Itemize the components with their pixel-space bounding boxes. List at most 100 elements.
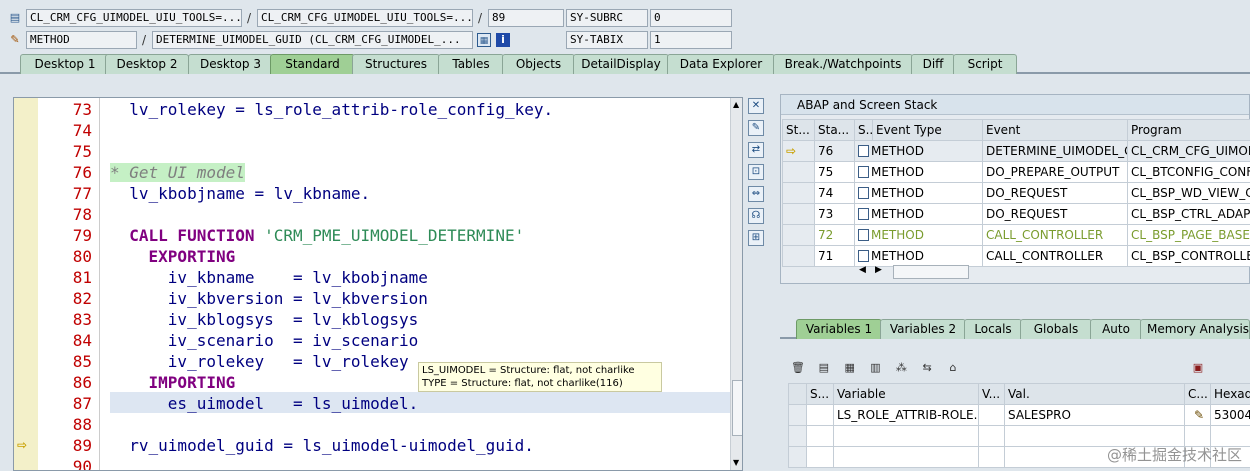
table-row[interactable]: 75 METHOD DO_PREPARE_OUTPUT CL_BTCONFIG_… <box>782 161 1250 183</box>
row-selector[interactable] <box>782 182 815 204</box>
code-line[interactable]: es_uimodel = ls_uimodel. <box>110 393 418 414</box>
include-field[interactable]: CL_CRM_CFG_UIMODEL_UIU_TOOLS=... <box>257 9 473 27</box>
row-selector[interactable] <box>788 425 807 447</box>
code-line[interactable]: rv_uimodel_guid = ls_uimodel-uimodel_gui… <box>110 435 534 456</box>
column-header[interactable]: S... <box>854 119 873 141</box>
local-icon[interactable]: ⌂ <box>945 360 961 376</box>
program-field[interactable]: CL_CRM_CFG_UIMODEL_UIU_TOOLS=... <box>26 9 242 27</box>
tab-standard[interactable]: Standard <box>270 54 355 74</box>
table-row[interactable]: ⇨ 76 METHOD DETERMINE_UIMODEL_G... CL_CR… <box>782 140 1250 162</box>
tab-breakpoints[interactable]: Break./Watchpoints <box>773 54 913 74</box>
variable-name[interactable]: LS_ROLE_ATTRIB-ROLE... <box>833 404 979 426</box>
column-header[interactable]: S... <box>806 383 834 405</box>
tab-variables-1[interactable]: Variables 1 <box>796 319 882 339</box>
row-selector[interactable] <box>788 383 807 405</box>
document-icon <box>858 187 869 199</box>
tab-locals[interactable]: Locals <box>964 319 1022 339</box>
table-row[interactable]: LS_ROLE_ATTRIB-ROLE... SALESPRO ✎ 530041 <box>788 404 1250 426</box>
horizontal-scrollbar[interactable]: ◀ ▶ <box>859 265 971 279</box>
scroll-right-icon[interactable]: ▶ <box>875 265 882 275</box>
code-line[interactable]: EXPORTING <box>110 246 236 267</box>
close-icon[interactable]: ✕ <box>748 98 764 114</box>
variable-value[interactable]: SALESPRO <box>1004 404 1185 426</box>
code-line[interactable]: iv_kblogsys = lv_kblogsys <box>110 309 418 330</box>
tab-script[interactable]: Script <box>953 54 1017 74</box>
swap-icon[interactable]: ⇄ <box>748 142 764 158</box>
grid-icon[interactable]: ▦ <box>477 33 491 47</box>
tab-variables-2[interactable]: Variables 2 <box>880 319 966 339</box>
tab-objects[interactable]: Objects <box>502 54 575 74</box>
maximize-icon[interactable]: ⊡ <box>748 164 764 180</box>
save-icon[interactable]: ▣ <box>1190 360 1206 376</box>
info-icon[interactable]: i <box>496 33 510 47</box>
remove-icon[interactable]: ▥ <box>867 360 883 376</box>
column-header[interactable]: St... <box>782 119 815 141</box>
column-header[interactable]: Event <box>982 119 1128 141</box>
event-type-field[interactable]: METHOD <box>26 31 137 49</box>
row-selector[interactable] <box>788 446 807 468</box>
code-line[interactable]: iv_scenario = iv_scenario <box>110 330 418 351</box>
transfer-icon[interactable]: ⇆ <box>919 360 935 376</box>
headset-icon[interactable]: ☊ <box>748 208 764 224</box>
column-header[interactable]: Val. <box>1004 383 1185 405</box>
code-line[interactable]: * Get UI model <box>110 162 245 183</box>
scroll-thumb[interactable] <box>732 380 742 436</box>
row-selector[interactable] <box>782 203 815 225</box>
row-selector[interactable] <box>782 161 815 183</box>
insert-icon[interactable]: ▦ <box>842 360 858 376</box>
line-number-field[interactable]: 89 <box>488 9 564 27</box>
code-line[interactable]: iv_kbname = lv_kbobjname <box>110 267 428 288</box>
tab-globals[interactable]: Globals <box>1020 319 1092 339</box>
row-selector[interactable] <box>782 245 815 267</box>
code-line[interactable]: lv_rolekey = ls_role_attrib-role_config_… <box>110 99 553 120</box>
tab-data-explorer[interactable]: Data Explorer <box>667 54 775 74</box>
event: CALL_CONTROLLER <box>982 224 1128 246</box>
column-header[interactable]: Event Type <box>872 119 983 141</box>
column-header[interactable]: Sta... <box>814 119 855 141</box>
column-header[interactable]: Variable <box>833 383 979 405</box>
column-header[interactable]: Program <box>1127 119 1250 141</box>
variable-name[interactable] <box>833 446 979 468</box>
scroll-up-icon[interactable]: ▲ <box>733 100 739 109</box>
code-line[interactable]: lv_kbobjname = lv_kbname. <box>110 183 370 204</box>
column-header[interactable]: V... <box>978 383 1005 405</box>
table-row[interactable]: 72 METHOD CALL_CONTROLLER CL_BSP_PAGE_BA… <box>782 224 1250 246</box>
tab-desktop-2[interactable]: Desktop 2 <box>105 54 189 74</box>
code-line[interactable]: IMPORTING <box>110 372 236 393</box>
scroll-thumb[interactable] <box>893 265 969 279</box>
code-line[interactable]: CALL FUNCTION 'CRM_PME_UIMODEL_DETERMINE… <box>110 225 524 246</box>
tab-tables[interactable]: Tables <box>438 54 504 74</box>
group-icon[interactable]: ⁂ <box>893 360 909 376</box>
table-row[interactable]: 71 METHOD CALL_CONTROLLER CL_BSP_CONTROL… <box>782 245 1250 267</box>
append-icon[interactable]: ▤ <box>816 360 832 376</box>
tab-memory-analysis[interactable]: Memory Analysis <box>1140 319 1250 339</box>
hierarchy-icon[interactable]: ⊞ <box>748 230 764 246</box>
code-line[interactable]: iv_kbversion = lv_kbversion <box>110 288 428 309</box>
tab-auto[interactable]: Auto <box>1090 319 1142 339</box>
edit-pencil-icon[interactable]: ✎ <box>1184 404 1211 426</box>
variable-name[interactable] <box>833 425 979 447</box>
editor-vertical-scrollbar[interactable]: ▲ ▼ <box>730 98 742 470</box>
source-code-editor[interactable]: 73 lv_rolekey = ls_role_attrib-role_conf… <box>13 97 743 471</box>
tab-detail-display[interactable]: DetailDisplay <box>573 54 669 74</box>
row-selector[interactable] <box>788 404 807 426</box>
event-name-field[interactable]: DETERMINE_UIMODEL_GUID (CL_CRM_CFG_UIMOD… <box>152 31 473 49</box>
resize-icon[interactable]: ⇔ <box>748 186 764 202</box>
keyword: CALL FUNCTION <box>110 226 265 245</box>
code-line[interactable]: iv_rolekey = lv_rolekey <box>110 351 409 372</box>
tab-diff[interactable]: Diff <box>911 54 955 74</box>
table-row[interactable]: 74 METHOD DO_REQUEST CL_BSP_WD_VIEW_C <box>782 182 1250 204</box>
new-tool-icon[interactable]: ✎ <box>748 120 764 136</box>
table-row[interactable]: 73 METHOD DO_REQUEST CL_BSP_CTRL_ADAPT <box>782 203 1250 225</box>
scroll-left-icon[interactable]: ◀ <box>859 265 866 275</box>
column-header[interactable]: C... <box>1184 383 1211 405</box>
tab-desktop-3[interactable]: Desktop 3 <box>188 54 273 74</box>
tab-desktop-1[interactable]: Desktop 1 <box>20 54 110 74</box>
value-type-cell <box>978 404 1005 426</box>
tab-structures[interactable]: Structures <box>352 54 440 74</box>
delete-icon[interactable]: 🗑 <box>790 360 806 376</box>
scroll-down-icon[interactable]: ▼ <box>733 458 739 467</box>
line-number: 77 <box>72 184 92 203</box>
column-header[interactable]: Hexade <box>1210 383 1250 405</box>
row-selector[interactable] <box>782 224 815 246</box>
